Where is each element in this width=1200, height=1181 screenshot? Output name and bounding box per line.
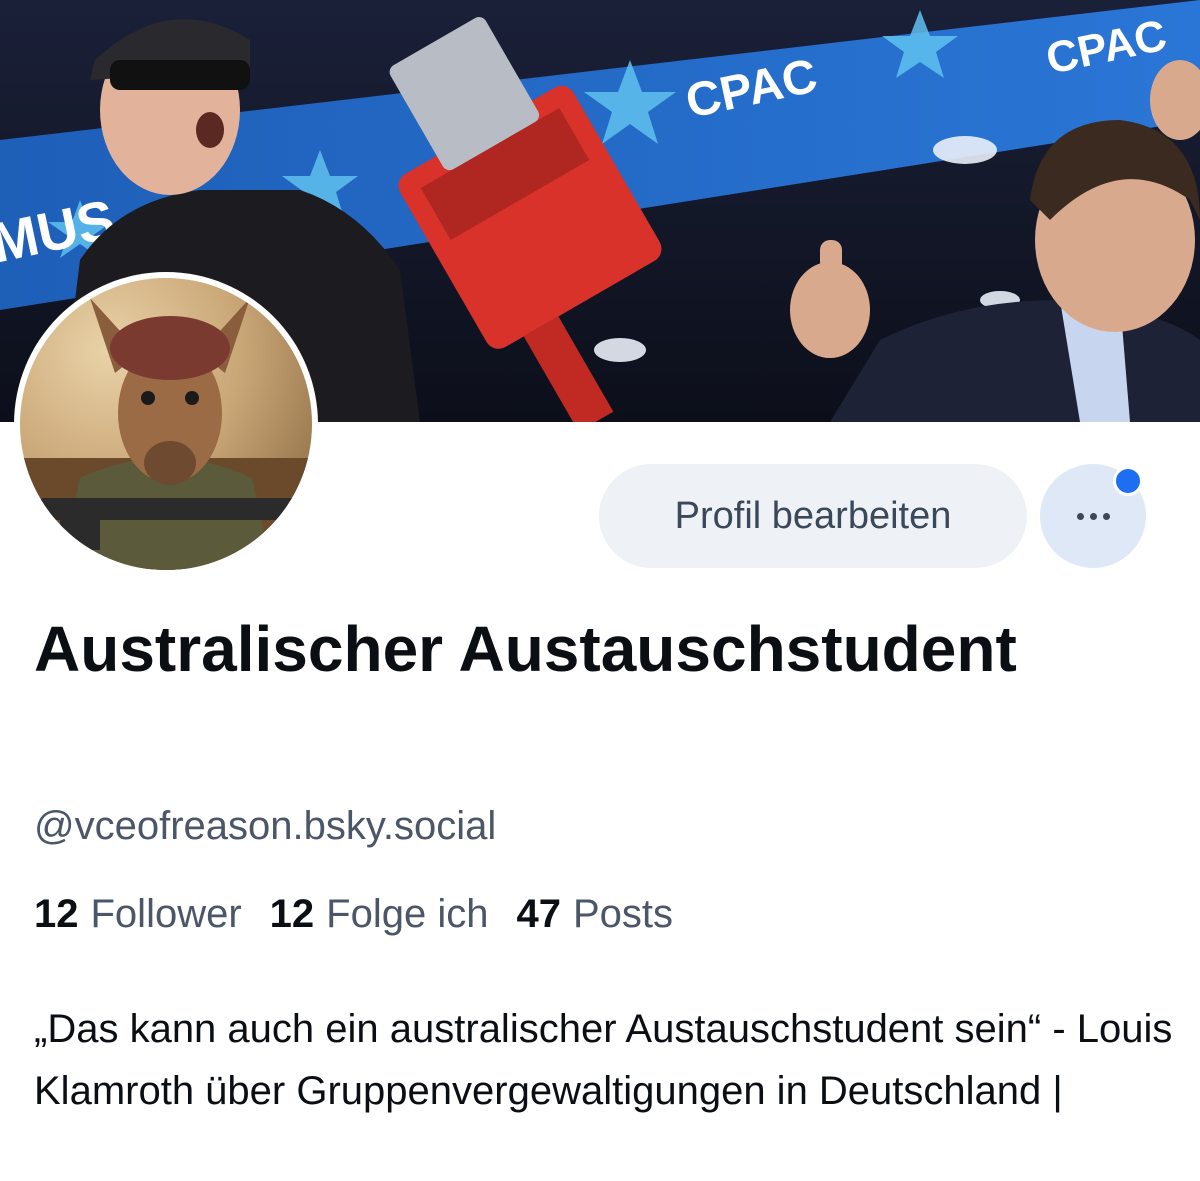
posts-count: 47: [516, 892, 561, 936]
edit-profile-button[interactable]: Profil bearbeiten: [599, 464, 1027, 568]
profile-stats: 12 Follower 12 Folge ich 47 Posts: [34, 892, 673, 937]
followers-stat[interactable]: 12 Follower: [34, 892, 242, 937]
posts-stat: 47 Posts: [516, 892, 673, 937]
avatar[interactable]: [14, 272, 318, 576]
ellipsis-icon: [1076, 512, 1110, 520]
notification-dot: [1113, 466, 1143, 496]
profile-handle[interactable]: @vceofreason.bsky.social: [34, 804, 496, 849]
followers-label: Follower: [90, 892, 242, 936]
posts-label: Posts: [572, 892, 674, 936]
following-label: Folge ich: [326, 892, 489, 936]
following-count: 12: [269, 892, 315, 936]
avatar-image: [20, 278, 312, 570]
following-stat[interactable]: 12 Folge ich: [270, 892, 489, 937]
profile-bio: „Das kann auch ein australischer Austaus…: [34, 1007, 1173, 1113]
display-name: Australischer Austauschstudent: [34, 613, 1017, 685]
followers-count: 12: [34, 892, 79, 936]
